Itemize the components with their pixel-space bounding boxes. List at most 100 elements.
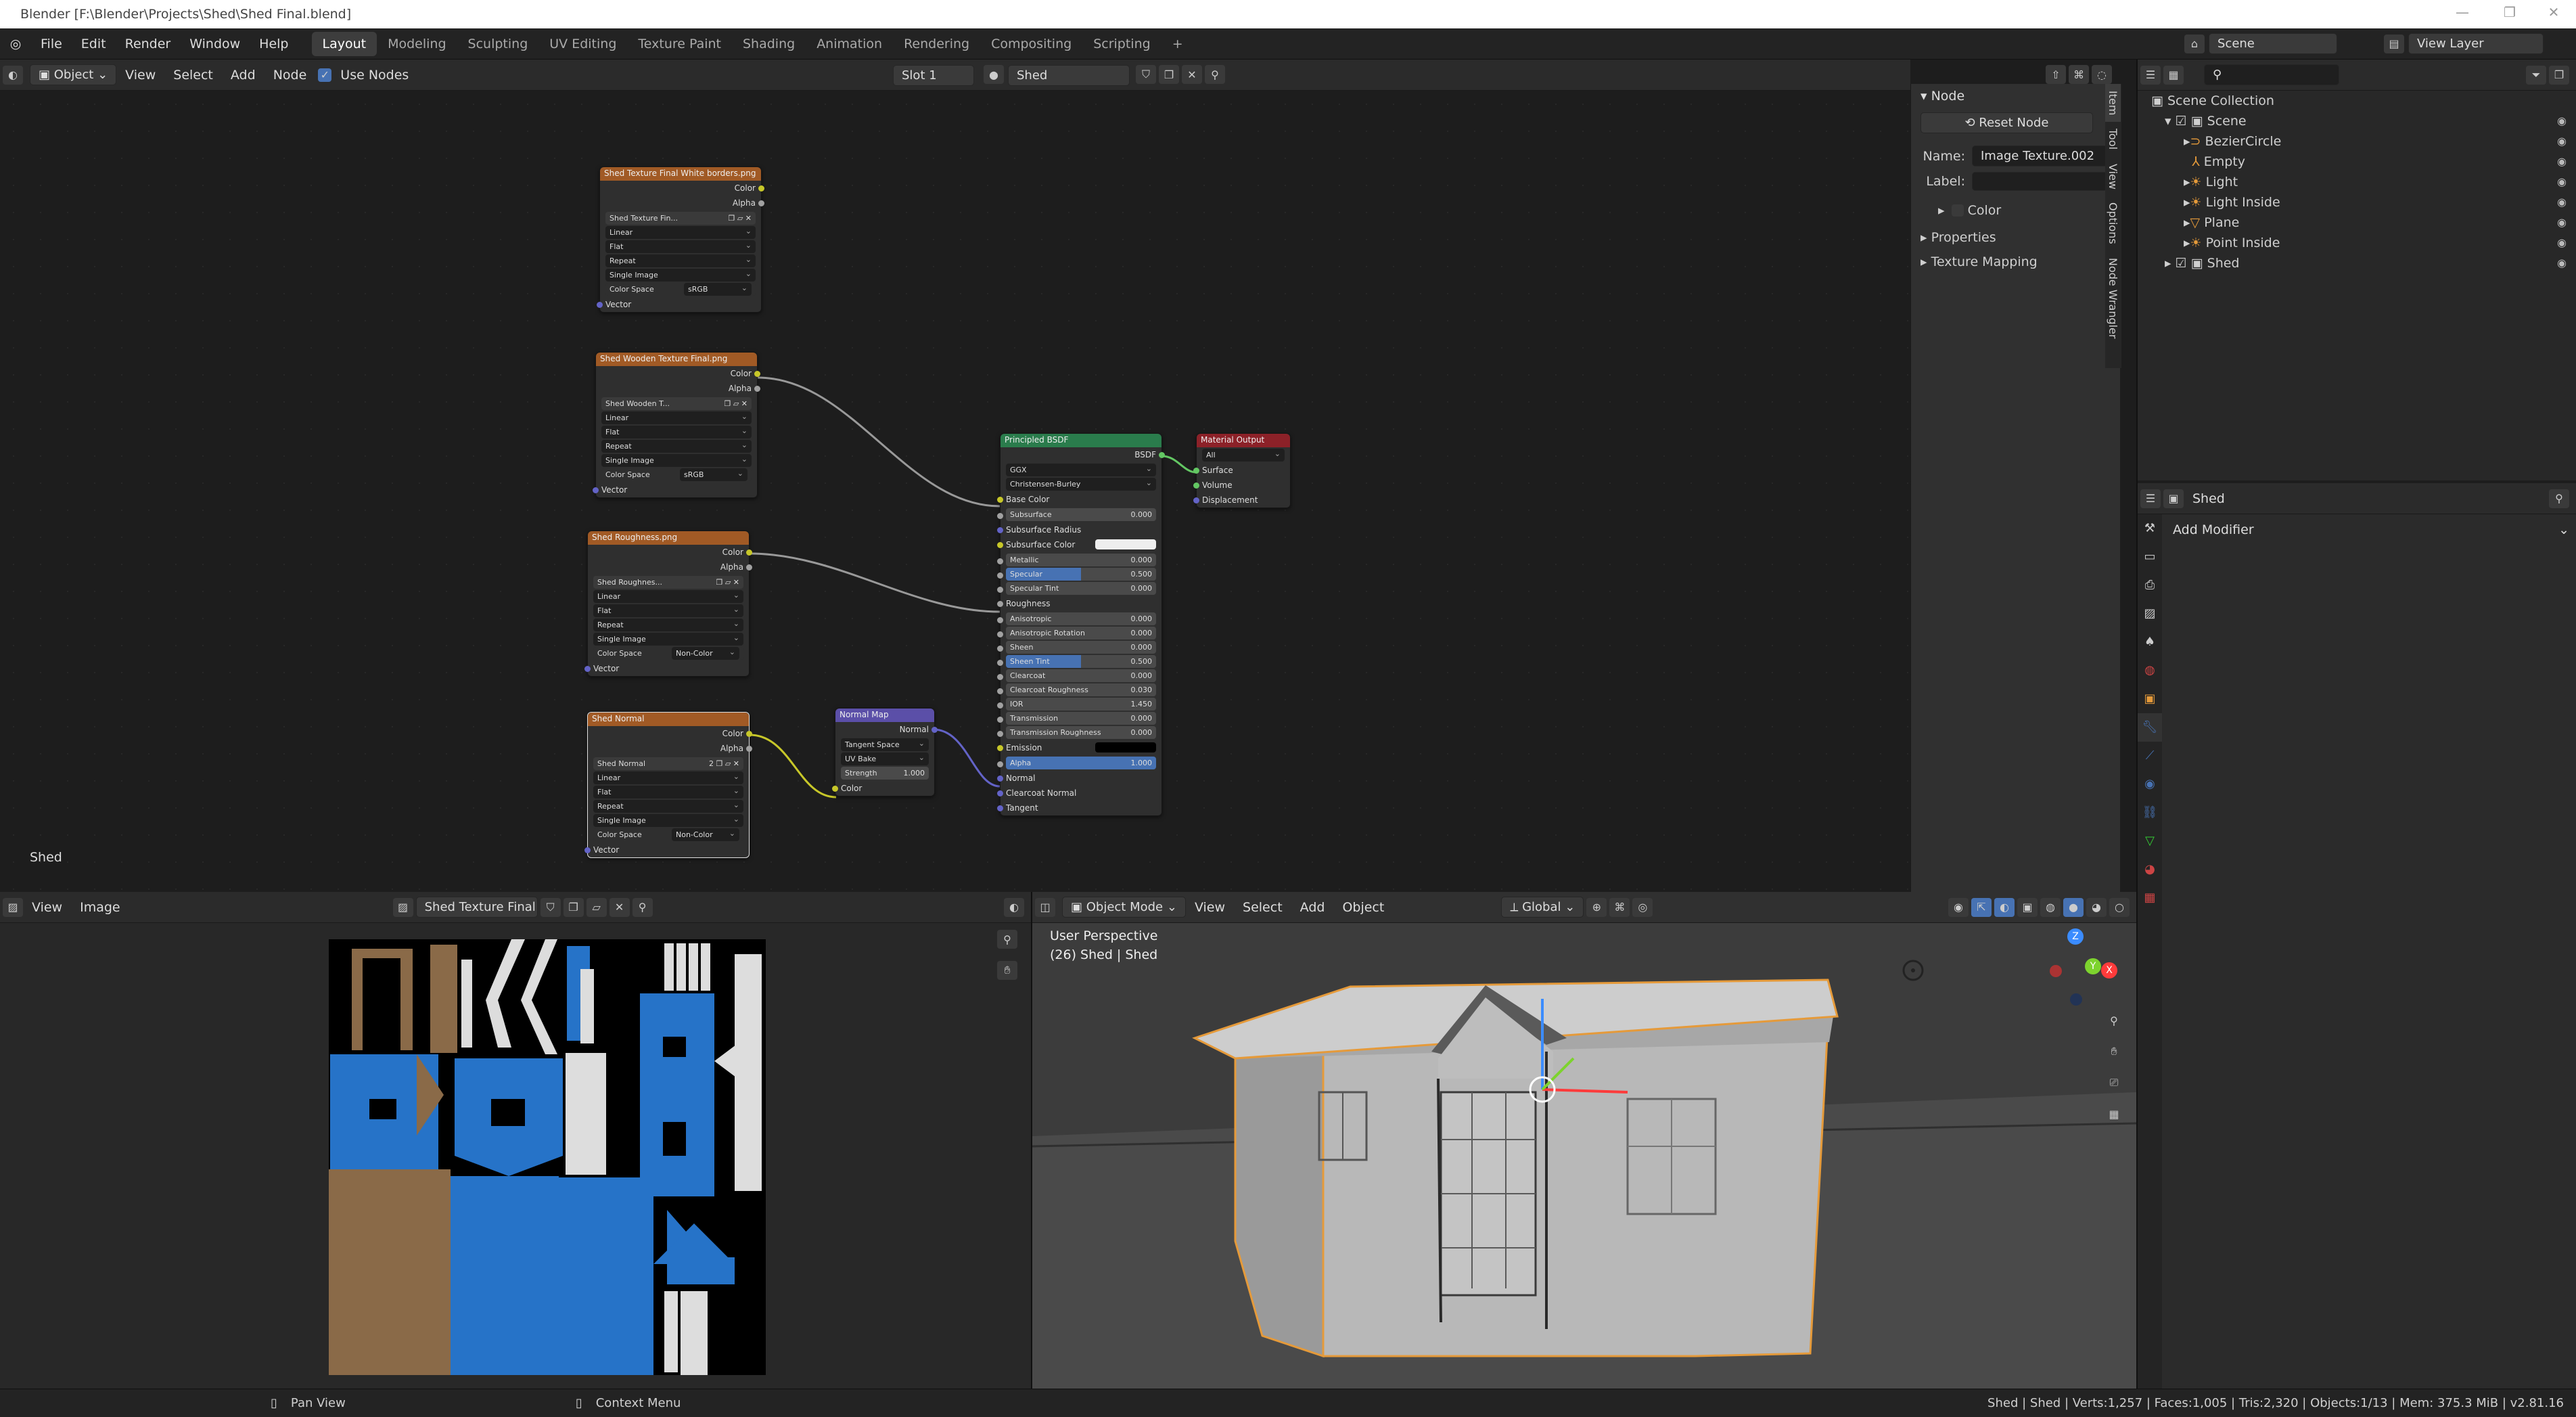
neg-z-axis-icon[interactable] (2070, 993, 2082, 1006)
object-tab-icon[interactable]: ▣ (2138, 685, 2162, 713)
tab-shading[interactable]: Shading (732, 32, 806, 56)
input-socket[interactable] (997, 513, 1003, 519)
image-texture-node-3[interactable]: Shed Roughness.png Color Alpha Shed Roug… (584, 531, 752, 677)
visibility-icon[interactable]: ◉ (1948, 897, 1969, 917)
vector-input-socket[interactable] (597, 302, 603, 308)
properties-subpanel[interactable]: ▸ Properties (1920, 230, 2120, 245)
bsdf-input-ior[interactable]: IOR 1.450 (997, 698, 1156, 711)
interpolation-dropdown[interactable]: Linear (593, 770, 743, 784)
menu-image[interactable]: Image (71, 900, 129, 915)
material-output-node[interactable]: Material Output All Surface Volume Displ… (1193, 433, 1291, 508)
visibility-eye-icon[interactable]: ◉ (2557, 152, 2567, 172)
tab-modeling[interactable]: Modeling (377, 32, 457, 56)
extension-dropdown[interactable]: Repeat (593, 617, 743, 631)
material-sphere-icon[interactable]: ● (984, 65, 1004, 84)
render-tab-icon[interactable]: ▭ (2138, 543, 2162, 571)
material-tab-icon[interactable]: ◕ (2138, 855, 2162, 884)
editor-type-icon[interactable]: ◐ (3, 65, 23, 85)
texture-tab-icon[interactable]: ▦ (2138, 884, 2162, 912)
vector-input-socket[interactable] (584, 666, 591, 672)
tab-layout[interactable]: Layout (311, 31, 377, 56)
new-image-icon[interactable]: ❐ (563, 897, 584, 917)
duplicate-material-icon[interactable]: ❐ (1159, 65, 1179, 84)
xray-icon[interactable]: ▣ (2017, 897, 2038, 917)
color-output-socket[interactable] (746, 549, 752, 556)
3d-viewport[interactable]: User Perspective (26) Shed | Shed Z Y X … (1032, 923, 2136, 1389)
interpolation-dropdown[interactable]: Linear (605, 225, 756, 239)
input-socket[interactable] (997, 572, 1003, 579)
color-space-dropdown[interactable]: sRGB (684, 282, 752, 296)
image-texture-node-2[interactable]: Shed Wooden Texture Final.png Color Alph… (593, 352, 760, 498)
input-socket[interactable] (997, 674, 1003, 680)
object-mode-dropdown[interactable]: ▣ Object Mode ⌄ (1062, 897, 1186, 918)
input-socket[interactable] (997, 790, 1003, 796)
color-input-socket[interactable] (832, 786, 838, 792)
surface-input-socket[interactable] (1193, 468, 1199, 474)
bsdf-input-subsurface[interactable]: Subsurface 0.000 (997, 508, 1156, 521)
color-space-dropdown[interactable]: Non-Color (672, 827, 739, 841)
normal-map-node[interactable]: Normal Map Normal Tangent Space UV Bake … (832, 708, 938, 796)
pivot-icon[interactable]: ⊕ (1586, 897, 1607, 917)
color-space-dropdown[interactable]: Non-Color (672, 646, 739, 660)
menu-select[interactable]: Select (1234, 900, 1291, 915)
visibility-eye-icon[interactable]: ◉ (2557, 172, 2567, 192)
image-selector[interactable]: Shed Roughnes... (597, 576, 662, 589)
alpha-output-socket[interactable] (746, 746, 752, 752)
close-icon[interactable]: ✕ (2533, 4, 2574, 24)
visibility-eye-icon[interactable]: ◉ (2557, 192, 2567, 212)
outliner-item-scene[interactable]: ▾ ☑ ▣ Scene ◉ (2138, 111, 2576, 131)
extension-dropdown[interactable]: Repeat (601, 438, 752, 453)
bsdf-input-subsurface-color[interactable]: Subsurface Color (997, 537, 1162, 552)
node-label-field[interactable] (1972, 172, 2107, 191)
outliner-editor-icon[interactable]: ☰ (2140, 65, 2161, 85)
bsdf-input-normal[interactable]: Normal (997, 771, 1162, 786)
proportional-edit-icon[interactable]: ◎ (1632, 897, 1653, 917)
neg-x-axis-icon[interactable] (2050, 965, 2062, 977)
bsdf-input-emission[interactable]: Emission (997, 740, 1162, 755)
outliner-item-light-inside[interactable]: ▸ ☀ Light Inside ◉ (2138, 192, 2576, 212)
y-axis-icon[interactable]: Y (2085, 958, 2101, 974)
fake-user-icon[interactable]: ⛉ (1136, 65, 1156, 84)
tab-node-wrangler[interactable]: Node Wrangler (2105, 251, 2121, 346)
visibility-eye-icon[interactable]: ◉ (2557, 111, 2567, 131)
tab-rendering[interactable]: Rendering (893, 32, 980, 56)
input-socket[interactable] (997, 775, 1003, 782)
image-actions-icon[interactable]: ❐ ▱ ✕ (716, 759, 739, 768)
bsdf-input-specular[interactable]: Specular 0.500 (997, 568, 1156, 581)
node-editor-canvas[interactable]: Shed Texture Final White borders.png Col… (0, 91, 1910, 892)
menu-select[interactable]: Select (164, 68, 222, 83)
viewport-editor-icon[interactable]: ◫ (1035, 897, 1055, 917)
view-layer-name[interactable]: View Layer (2408, 33, 2544, 54)
node-panel-header[interactable]: ▾ Node (1911, 84, 2120, 108)
pin-icon[interactable]: ⚲ (2549, 489, 2569, 508)
input-socket[interactable] (997, 660, 1003, 666)
tab-view[interactable]: View (2105, 157, 2121, 196)
input-value[interactable]: 0.000 (1131, 641, 1153, 654)
alpha-output-socket[interactable] (746, 564, 752, 570)
bsdf-input-sheen-tint[interactable]: Sheen Tint 0.500 (997, 655, 1156, 668)
input-socket[interactable] (997, 805, 1003, 811)
modifier-tab-icon[interactable]: 🔧︎ (2138, 713, 2162, 742)
bsdf-input-specular-tint[interactable]: Specular Tint 0.000 (997, 582, 1156, 595)
image-editor-type-icon[interactable]: ▨ (3, 897, 23, 917)
image-selector[interactable]: Shed Texture Fin... (610, 212, 678, 225)
color-space-dropdown[interactable]: sRGB (680, 467, 748, 481)
pin-icon[interactable]: ⚲ (632, 897, 653, 917)
vector-input-socket[interactable] (593, 487, 599, 493)
tool-tab-icon[interactable]: ⚒ (2138, 514, 2162, 543)
image-texture-node-1[interactable]: Shed Texture Final White borders.png Col… (597, 166, 764, 313)
wireframe-shading-icon[interactable]: ◍ (2040, 897, 2061, 917)
fake-user-icon[interactable]: ⛉ (540, 897, 561, 917)
navigation-gizmo[interactable]: Z Y X (2033, 928, 2121, 1006)
area-separator[interactable] (2136, 60, 2138, 1389)
tab-sculpting[interactable]: Sculpting (457, 32, 539, 56)
input-value[interactable]: 0.000 (1131, 554, 1153, 566)
alpha-output-socket[interactable] (758, 200, 764, 206)
input-socket[interactable] (997, 542, 1003, 548)
world-tab-icon[interactable]: ◍ (2138, 656, 2162, 685)
add-modifier-dropdown[interactable]: Add Modifier ⌄ (2173, 520, 2569, 540)
add-workspace-icon[interactable]: + (1162, 32, 1194, 56)
scene-name[interactable]: Scene (2209, 33, 2337, 54)
bsdf-input-sheen[interactable]: Sheen 0.000 (997, 641, 1156, 654)
menu-file[interactable]: File (31, 37, 72, 51)
